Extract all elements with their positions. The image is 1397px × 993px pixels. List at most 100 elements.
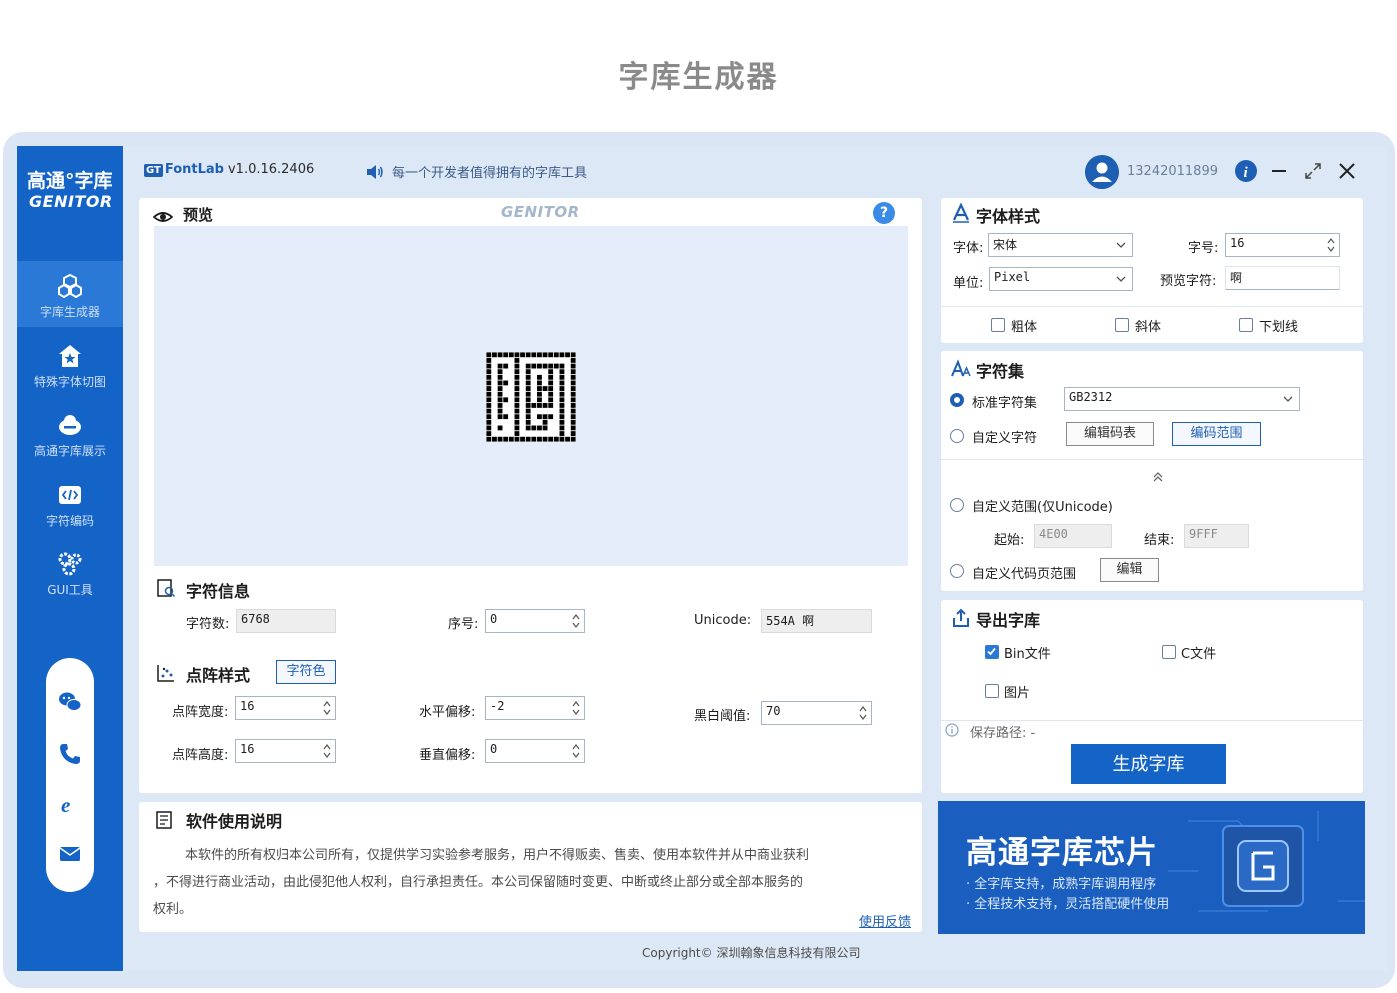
eye-icon	[153, 212, 173, 222]
end-field[interactable]: 9FFF	[1184, 524, 1249, 548]
wechat-icon[interactable]	[58, 690, 82, 714]
preview-char-label: 预览字符:	[1160, 274, 1217, 289]
dot-height-label: 点阵高度:	[172, 748, 229, 763]
sidebar-item-font-generator[interactable]: 字库生成器	[17, 261, 123, 327]
font-select[interactable]: 宋体	[988, 233, 1133, 257]
underline-checkbox[interactable]	[1239, 318, 1253, 332]
glyph-pixel	[542, 391, 548, 397]
image-checkbox[interactable]	[985, 684, 999, 698]
glyph-pixel	[537, 374, 542, 380]
dot-height-stepper[interactable]: 16	[235, 739, 336, 763]
help-button[interactable]: ?	[873, 202, 895, 224]
dot-width-stepper[interactable]: 16	[235, 696, 336, 720]
spin-arrows-icon[interactable]	[859, 705, 867, 721]
glyph-pixel	[553, 431, 559, 436]
sidebar-item-special-font[interactable]: 特殊字体切图	[17, 331, 123, 397]
edit-table-button[interactable]: 编辑码表	[1066, 422, 1154, 446]
sidebar-item-gui-tools[interactable]: GUI工具	[17, 539, 123, 605]
chevron-double-up-icon[interactable]	[1152, 471, 1164, 483]
contact-bar: e	[46, 658, 94, 892]
glyph-pixel	[503, 414, 509, 420]
glyph-pixel	[503, 425, 509, 431]
glyph-pixel	[559, 431, 565, 436]
export-title: 导出字库	[976, 611, 1041, 630]
threshold-stepper[interactable]: 70	[761, 701, 872, 725]
standard-charset-radio[interactable]	[950, 393, 964, 407]
glyph-pixel	[503, 374, 509, 380]
glyph-preview	[486, 352, 576, 442]
glyph-pixel	[531, 374, 537, 380]
browser-icon[interactable]: e	[58, 792, 82, 816]
glyph-pixel	[492, 397, 497, 403]
glyph-pixel	[542, 397, 548, 403]
bin-checkbox[interactable]	[985, 645, 999, 659]
v-offset-stepper[interactable]: 0	[485, 739, 585, 763]
generate-button[interactable]: 生成字库	[1071, 744, 1226, 784]
codepage-radio[interactable]	[950, 564, 964, 578]
font-size-icon	[951, 359, 971, 377]
info-icon[interactable]: i	[1234, 159, 1258, 183]
unit-select[interactable]: Pixel	[989, 267, 1133, 291]
glyph-pixel	[497, 403, 503, 408]
glyph-pixel	[542, 414, 548, 420]
code-range-button[interactable]: 编码范围	[1172, 422, 1261, 446]
banner-line: · 全程技术支持，灵活搭配硬件使用	[966, 897, 1170, 912]
index-stepper[interactable]: 0	[485, 609, 585, 633]
glyph-pixel	[553, 386, 559, 391]
custom-char-radio[interactable]	[950, 429, 964, 443]
h-offset-value: -2	[490, 699, 505, 713]
sidebar-item-font-showcase[interactable]: 高通字库展示	[17, 400, 123, 466]
bold-checkbox[interactable]	[991, 318, 1005, 332]
spin-arrows-icon[interactable]	[572, 613, 580, 629]
glyph-pixel	[520, 374, 525, 380]
glyph-pixel	[514, 363, 520, 369]
glyph-pixel	[553, 358, 559, 363]
glyph-pixel	[486, 352, 492, 358]
avatar[interactable]	[1085, 155, 1119, 189]
maximize-icon[interactable]	[1301, 159, 1325, 183]
size-stepper[interactable]: 16	[1225, 233, 1340, 257]
glyph-pixel	[548, 380, 554, 386]
h-offset-stepper[interactable]: -2	[485, 696, 585, 720]
phone-icon[interactable]	[58, 742, 82, 766]
glyph-pixel	[492, 380, 497, 386]
start-field[interactable]: 4E00	[1034, 524, 1112, 548]
custom-range-radio[interactable]	[950, 498, 964, 512]
preview-char-input[interactable]: 啊	[1225, 266, 1340, 290]
glyph-pixel	[565, 408, 570, 414]
italic-checkbox[interactable]	[1115, 318, 1129, 332]
spin-arrows-icon[interactable]	[323, 743, 331, 759]
glyph-pixel	[537, 419, 542, 425]
close-icon[interactable]	[1335, 159, 1359, 183]
glyph-pixel	[508, 358, 514, 363]
glyph-pixel	[537, 408, 542, 414]
glyph-pixel	[537, 436, 542, 442]
spin-arrows-icon[interactable]	[572, 743, 580, 759]
c-file-checkbox[interactable]	[1162, 645, 1176, 659]
banner-line: · 全字库支持，成熟字库调用程序	[966, 877, 1157, 892]
spin-arrows-icon[interactable]	[572, 700, 580, 716]
standard-charset-select[interactable]: GB2312	[1064, 387, 1300, 411]
spin-arrows-icon[interactable]	[323, 700, 331, 716]
unit-label: 单位:	[953, 276, 984, 291]
spin-arrows-icon[interactable]	[1327, 237, 1335, 253]
glyph-pixel	[570, 431, 576, 436]
glyph-pixel	[542, 408, 548, 414]
edit-codepage-button[interactable]: 编辑	[1100, 558, 1159, 582]
mail-icon[interactable]	[58, 842, 82, 866]
glyph-pixel	[553, 408, 559, 414]
glyph-pixel	[565, 391, 570, 397]
promo-banner[interactable]: 高通字库芯片 · 全字库支持，成熟字库调用程序 · 全程技术支持，灵活搭配硬件使…	[938, 801, 1365, 934]
chevron-down-icon	[1116, 276, 1126, 282]
minimize-icon[interactable]	[1267, 159, 1291, 183]
logo-cn: 高通°字库	[27, 170, 113, 192]
unit-value: Pixel	[994, 270, 1031, 284]
cubes-icon	[58, 273, 82, 299]
glyph-pixel	[531, 397, 537, 403]
sidebar-item-char-encoding[interactable]: 字符编码	[17, 470, 123, 536]
feedback-link[interactable]: 使用反馈	[859, 911, 911, 930]
glyph-pixel	[525, 358, 531, 363]
char-color-button[interactable]: 字符色	[276, 660, 336, 684]
speaker-icon	[367, 165, 383, 179]
glyph-pixel	[559, 358, 565, 363]
